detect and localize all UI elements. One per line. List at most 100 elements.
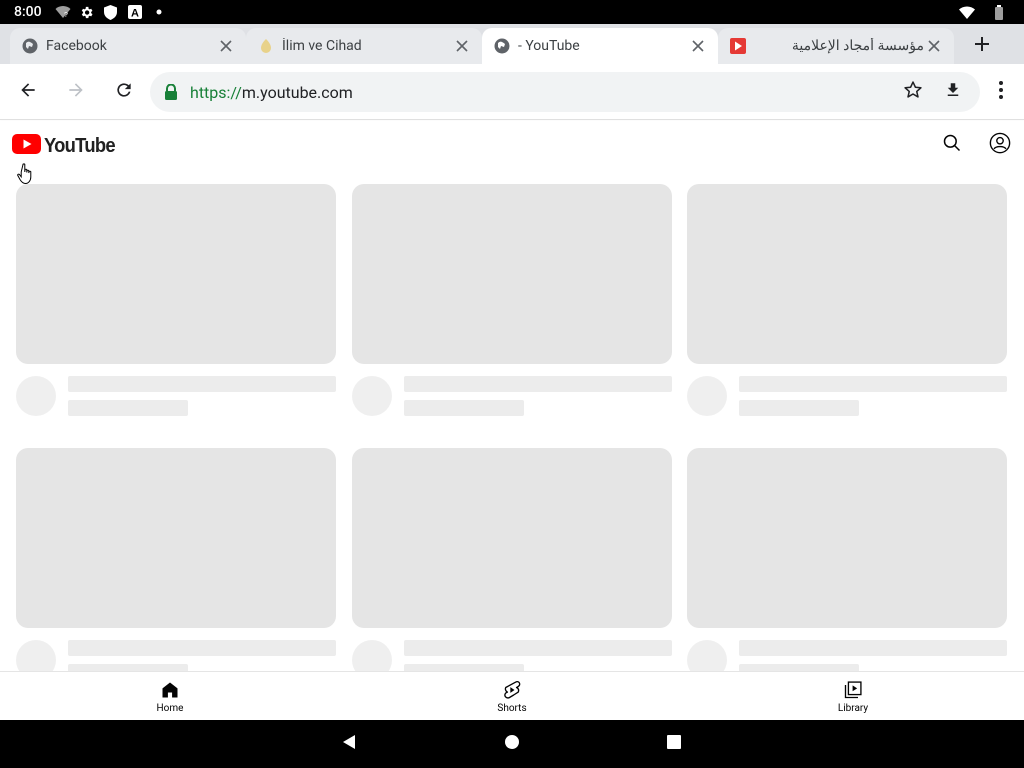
title-placeholder [739, 376, 1007, 392]
title-placeholder [404, 640, 672, 656]
download-icon [944, 81, 962, 103]
bookmark-button[interactable] [901, 80, 925, 104]
nav-label: Library [837, 703, 869, 714]
youtube-header: YouTube [0, 121, 1024, 169]
home-icon [158, 678, 182, 702]
lock-icon [164, 84, 180, 100]
red-play-icon [730, 38, 746, 54]
arrow-forward-icon [66, 80, 86, 104]
tab-ilim-ve-cihad[interactable]: İlim ve Cihad [246, 28, 482, 64]
wifi-icon [958, 3, 976, 21]
tab-title: مؤسسة أمجاد الإعلامية [791, 38, 924, 54]
close-icon[interactable] [688, 36, 708, 56]
battery-icon [990, 3, 1008, 21]
star-outline-icon [903, 80, 923, 104]
shield-icon [102, 3, 120, 21]
android-home-button[interactable] [500, 732, 524, 756]
dot-icon [150, 3, 168, 21]
tab-title: İlim ve Cihad [282, 38, 362, 54]
nav-label: Shorts [497, 703, 527, 714]
nav-shorts[interactable]: Shorts [452, 672, 572, 720]
forward-button[interactable] [62, 78, 90, 106]
close-icon[interactable] [216, 36, 236, 56]
search-button[interactable] [940, 133, 964, 157]
nav-label: Home [156, 703, 184, 714]
new-tab-button[interactable] [970, 34, 994, 58]
title-placeholder [68, 376, 336, 392]
plus-icon [974, 36, 990, 56]
subtitle-placeholder [68, 664, 188, 671]
video-feed [0, 169, 1024, 671]
library-icon [841, 678, 865, 702]
subtitle-placeholder [68, 400, 188, 416]
font-a-icon: A [126, 3, 144, 21]
url-text: https://m.youtube.com [190, 83, 353, 102]
video-card-placeholder[interactable] [352, 184, 672, 424]
account-circle-icon [989, 132, 1011, 158]
title-placeholder [404, 376, 672, 392]
shorts-icon [500, 678, 524, 702]
back-button[interactable] [14, 78, 42, 106]
overflow-menu-button[interactable] [987, 78, 1015, 106]
tab-facebook[interactable]: Facebook [10, 28, 246, 64]
avatar-placeholder [16, 376, 56, 416]
android-recents-button[interactable] [662, 732, 686, 756]
video-card-placeholder[interactable] [687, 184, 1007, 424]
video-card-placeholder[interactable] [16, 448, 336, 671]
avatar-placeholder [16, 640, 56, 671]
globe-icon [22, 38, 38, 54]
url-scheme: https:// [190, 82, 242, 102]
svg-text:?: ? [64, 12, 68, 19]
status-time: 8:00 [14, 4, 42, 20]
subtitle-placeholder [739, 400, 859, 416]
youtube-logo[interactable]: YouTube [12, 134, 121, 158]
thumbnail-placeholder [352, 184, 672, 364]
video-card-placeholder[interactable] [352, 448, 672, 671]
reload-icon [114, 80, 134, 104]
triangle-back-icon [341, 734, 357, 754]
tab-youtube[interactable]: - YouTube [482, 28, 718, 64]
svg-text:A: A [131, 8, 139, 20]
account-button[interactable] [988, 132, 1012, 158]
thumbnail-placeholder [16, 448, 336, 628]
android-navigation-bar [0, 720, 1024, 768]
status-bar: 8:00 ? A [0, 0, 1024, 24]
video-card-placeholder[interactable] [16, 184, 336, 424]
arrow-back-icon [18, 80, 38, 104]
youtube-wordmark: YouTube [44, 134, 116, 157]
thumbnail-placeholder [352, 448, 672, 628]
subtitle-placeholder [404, 664, 524, 671]
tab-title: Facebook [46, 38, 107, 54]
more-vert-icon [998, 80, 1004, 104]
title-placeholder [68, 640, 336, 656]
android-back-button[interactable] [337, 732, 361, 756]
subtitle-placeholder [404, 400, 524, 416]
device-screen: 8:00 ? A Facebook İlim ve Cihad - YouTub… [0, 0, 1024, 768]
tab-title: - YouTube [518, 38, 580, 54]
nav-library[interactable]: Library [793, 672, 913, 720]
address-bar[interactable]: https://m.youtube.com [150, 72, 980, 112]
avatar-placeholder [687, 640, 727, 671]
circle-home-icon [504, 734, 520, 754]
thumbnail-placeholder [16, 184, 336, 364]
tab-amjad-media[interactable]: مؤسسة أمجاد الإعلامية [718, 28, 954, 64]
avatar-placeholder [687, 376, 727, 416]
download-button[interactable] [941, 80, 965, 104]
video-card-placeholder[interactable] [687, 448, 1007, 671]
square-recents-icon [666, 734, 682, 754]
gear-icon [78, 3, 96, 21]
thumbnail-placeholder [687, 184, 1007, 364]
avatar-placeholder [352, 376, 392, 416]
avatar-placeholder [352, 640, 392, 671]
title-placeholder [739, 640, 1007, 656]
reload-button[interactable] [110, 78, 138, 106]
close-icon[interactable] [924, 36, 944, 56]
search-icon [942, 133, 962, 157]
globe-icon [494, 38, 510, 54]
thumbnail-placeholder [687, 448, 1007, 628]
nav-home[interactable]: Home [110, 672, 230, 720]
yellow-favicon-icon [258, 38, 274, 54]
youtube-play-icon [12, 134, 41, 158]
close-icon[interactable] [452, 36, 472, 56]
wifi-question-icon: ? [54, 3, 72, 21]
